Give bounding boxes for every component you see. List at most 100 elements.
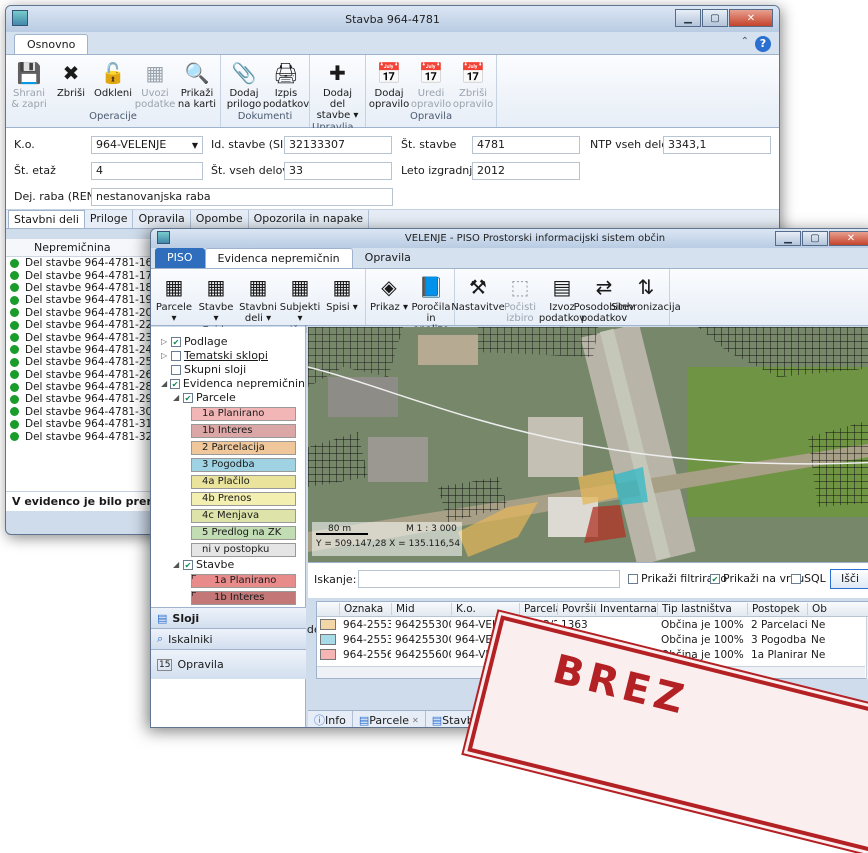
spisi-button[interactable]: ▦ Spisi ▾ (321, 271, 363, 324)
nav-opravila[interactable]: 15 Opravila (151, 649, 306, 679)
tab-opravila[interactable]: Opravila (353, 248, 423, 268)
nav-sloji[interactable]: ▤ Sloji (151, 607, 306, 628)
delov-field[interactable]: 33 (284, 162, 392, 180)
search-button[interactable]: Išči (830, 569, 868, 589)
tab-opravila[interactable]: Opravila (133, 210, 191, 228)
table-row[interactable]: 964-2553/2964255300020964-VELENJE2553/21… (317, 617, 868, 632)
help-icon[interactable]: ? (755, 36, 771, 52)
list-item[interactable]: Del stavbe 964-4781-32 (6, 430, 160, 443)
nastavitve-button[interactable]: ⚒ Nastavitve (451, 271, 505, 335)
list-item[interactable]: Del stavbe 964-4781-25 (6, 356, 160, 368)
layer-podlage-checkbox[interactable]: ✔ (171, 337, 181, 347)
maximize-button[interactable]: ▢ (802, 231, 828, 246)
list-item[interactable]: Del stavbe 964-4781-29 (6, 393, 160, 405)
tab-opozorila-in-napake[interactable]: Opozorila in napake (249, 210, 370, 228)
layer-parcele[interactable]: ◢ ✔ Parcele (161, 391, 305, 405)
layer-stavbe[interactable]: ◢ ✔ Stavbe (161, 558, 305, 572)
tab-stavbni-deli[interactable]: Stavbni deli (8, 210, 85, 228)
grid-col-header[interactable]: Mid (391, 603, 451, 615)
nastavitve-icon: ⚒ (469, 274, 487, 299)
uvozi-podatke-button[interactable]: ▦ Uvozi podatke (134, 57, 176, 111)
layer-parcele-expander-icon[interactable]: ◢ (173, 391, 183, 405)
list-item[interactable]: Del stavbe 964-4781-23 (6, 331, 160, 344)
parcele-button[interactable]: ▦ Parcele ▾ (153, 271, 195, 325)
layer-stavbe-checkbox[interactable]: ✔ (183, 560, 193, 570)
list-item[interactable]: Del stavbe 964-4781-19 (6, 294, 160, 306)
list-item[interactable]: Del stavbe 964-4781-22 (6, 319, 160, 331)
grid-col-header[interactable]: Tip lastništva (657, 603, 747, 615)
layer-tematski[interactable]: ▷ Tematski sklopi (161, 349, 305, 363)
subjekti-icon: ▦ (290, 274, 310, 299)
zbri-i-opravilo-button[interactable]: 📅 Zbriši opravilo (452, 57, 494, 111)
maximize-button[interactable]: ▢ (702, 9, 728, 27)
uredi-opravilo-button[interactable]: 📅 Uredi opravilo (410, 57, 452, 111)
dodaj-prilogo-button[interactable]: 📎 Dodaj prilogo (223, 57, 265, 111)
close-button[interactable]: ✕ (829, 231, 868, 246)
layer-evidenca-checkbox[interactable]: ✔ (170, 379, 180, 389)
table-cell: 964-2556/1 (343, 648, 391, 661)
close-button[interactable]: ✕ (729, 9, 773, 27)
layer-podlage[interactable]: ▷ ✔ Podlage (161, 335, 305, 349)
prikaz-button[interactable]: ◈ Prikaz ▾ (368, 271, 410, 335)
prika-i-na-karti-button[interactable]: 🔍 Prikaži na karti (176, 57, 218, 111)
list-item[interactable]: Del stavbe 964-4781-20 (6, 307, 160, 319)
list-item[interactable]: Del stavbe 964-4781-17 (6, 269, 160, 282)
st-stavbe-field[interactable]: 4781 (472, 136, 580, 154)
tab-opombe[interactable]: Opombe (191, 210, 249, 228)
layer-parcele-checkbox[interactable]: ✔ (183, 393, 193, 403)
sql-checkbox[interactable]: SQL (791, 572, 826, 585)
raba-field[interactable]: nestanovanjska raba (91, 188, 393, 206)
list-item[interactable]: Del stavbe 964-4781-24 (6, 344, 160, 356)
poro-ila-in-analize-button[interactable]: 📘Poročila in analize (410, 271, 452, 336)
grid-col-header[interactable]: Obr (807, 603, 827, 615)
layer-tematski-checkbox[interactable] (171, 351, 181, 361)
ko-select[interactable]: 964-VELENJE ▼ (91, 136, 203, 154)
etaz-field[interactable]: 4 (91, 162, 203, 180)
list-item[interactable]: Del stavbe 964-4781-31 (6, 418, 160, 430)
po-isti-izbiro-button[interactable]: ⬚ Počisti izbiro (499, 271, 541, 335)
tab-parcele[interactable]: ▤ Parcele ✕ (353, 711, 426, 727)
grid-col-header[interactable]: Postopek (747, 603, 807, 615)
grid-col-header[interactable]: Inventarna št. (595, 603, 657, 615)
tab-evidenca-nepremi-nin[interactable]: Evidenca nepremičnin (204, 248, 353, 268)
grid-col-header[interactable]: Površina (557, 603, 595, 615)
list-item[interactable]: Del stavbe 964-4781-28 (6, 381, 160, 393)
zbri-i-button[interactable]: ✖ Zbriši (50, 57, 92, 110)
leto-field[interactable]: 2012 (472, 162, 580, 180)
layer-evidenca[interactable]: ◢ ✔ Evidenca nepremičnin (161, 377, 305, 391)
layer-podlage-expander-icon[interactable]: ▷ (161, 335, 171, 349)
list-item[interactable]: Del stavbe 964-4781-18 (6, 282, 160, 294)
layer-evidenca-expander-icon[interactable]: ◢ (161, 377, 170, 391)
list-item[interactable]: Del stavbe 964-4781-26 (6, 369, 160, 381)
izpis-podatkov-button[interactable]: 🖨 Izpis podatkov (263, 57, 309, 111)
stavbe-button[interactable]: ▦ Stavbe ▾ (195, 271, 237, 325)
ntp-field[interactable]: 3343,1 (663, 136, 771, 154)
sinhronizacija-button[interactable]: ⇅ Sinhronizacija (611, 271, 681, 335)
map-view[interactable]: 80 m M 1 : 3 000 Y = 509.147,28 X = 135.… (308, 327, 868, 562)
grid-col-header[interactable]: Parcela (519, 603, 557, 615)
tab-osnovno[interactable]: Osnovno (14, 34, 89, 54)
shrani-zapri-button[interactable]: 💾 Shrani & zapri (8, 57, 50, 111)
layer-stavbe-expander-icon[interactable]: ◢ (173, 558, 183, 572)
layer-tematski-expander-icon[interactable]: ▷ (161, 349, 171, 363)
layer-skupni[interactable]: Skupni sloji (161, 363, 305, 377)
grid-col-header[interactable]: Oznaka (339, 603, 391, 615)
minimize-button[interactable]: ▁ (675, 9, 701, 27)
minimize-button[interactable]: ▁ (775, 231, 801, 246)
sid-field[interactable]: 32133307 (284, 136, 392, 154)
stavbni-deli-button[interactable]: ▦ Stavbni deli ▾ (237, 271, 279, 325)
dodaj-opravilo-button[interactable]: 📅 Dodaj opravilo (368, 57, 410, 111)
nav-iskalniki[interactable]: ⌕ Iskalniki (151, 628, 306, 649)
grid-col-header[interactable]: K.o. (451, 603, 519, 615)
layer-skupni-checkbox[interactable] (171, 365, 181, 375)
search-input[interactable] (358, 570, 620, 588)
dodaj-del-stavbe-button[interactable]: ✚ Dodaj del stavbe ▾ (317, 57, 359, 122)
list-item[interactable]: Del stavbe 964-4781-16 (6, 257, 160, 269)
odkleni-button[interactable]: 🔓 Odkleni (92, 57, 134, 110)
tab-piso[interactable]: PISO (155, 248, 205, 268)
list-item[interactable]: Del stavbe 964-4781-30 (6, 406, 160, 418)
tab-info[interactable]: ⓘ Info (308, 711, 353, 727)
tab-priloge[interactable]: Priloge (85, 210, 134, 228)
subjekti-button[interactable]: ▦ Subjekti ▾ (279, 271, 321, 325)
collapse-ribbon-icon[interactable]: ⌃ (741, 36, 749, 47)
